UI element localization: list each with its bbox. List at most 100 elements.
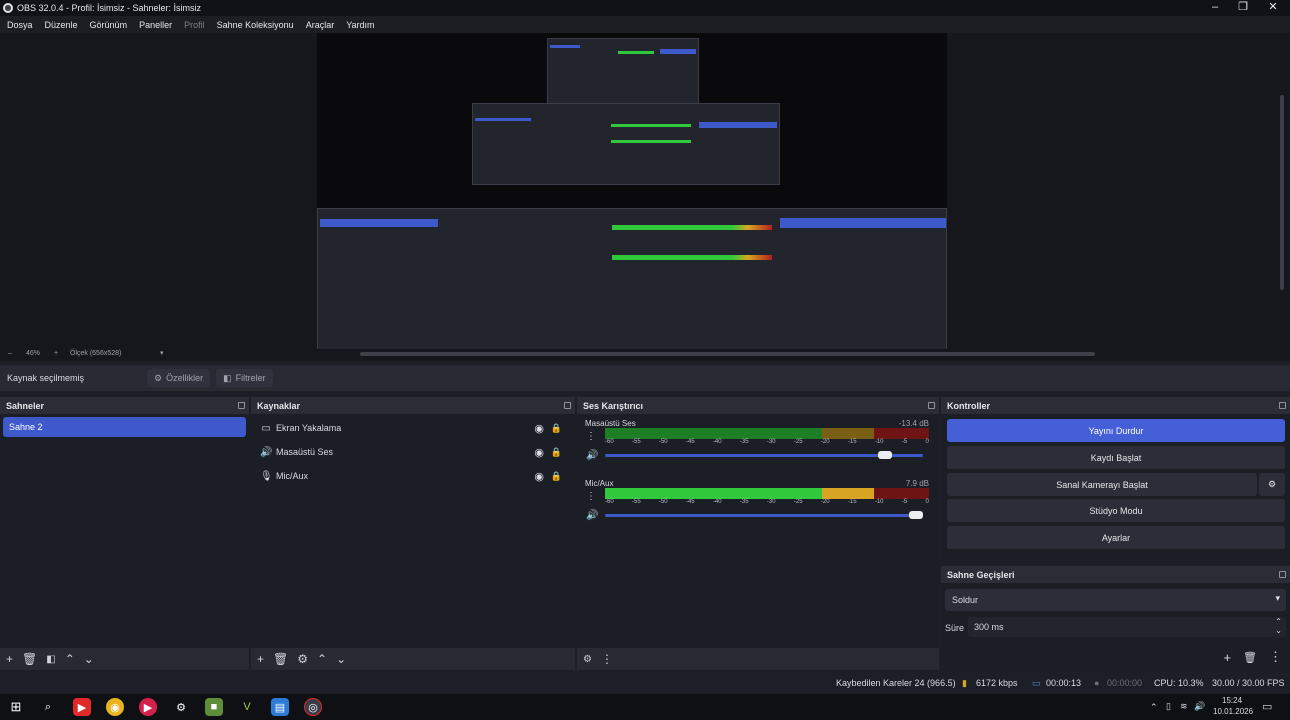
windows-start-icon[interactable]: ⊞	[7, 698, 25, 716]
meter-tick-label: 0	[925, 499, 929, 505]
menu-scene-collection[interactable]: Sahne Koleksiyonu	[217, 20, 294, 30]
speaker-icon[interactable]: 🔊	[586, 450, 598, 461]
settings-gear-icon[interactable]: ⚙	[172, 698, 190, 716]
minecraft-icon[interactable]: ■	[205, 698, 223, 716]
minimize-button[interactable]: –	[1200, 0, 1230, 16]
spin-arrows-icon[interactable]: ⌃ ⌄	[1275, 617, 1282, 635]
kebab-menu-icon[interactable]: ⋮	[1269, 649, 1282, 665]
move-up-icon[interactable]: ⌃	[65, 652, 75, 666]
tray-chevron-up-icon[interactable]: ⌃	[1150, 702, 1158, 713]
trash-icon[interactable]: 🗑	[1243, 651, 1257, 664]
menu-help[interactable]: Yardım	[346, 20, 374, 30]
move-down-icon[interactable]: ⌄	[84, 652, 94, 666]
undock-icon[interactable]	[928, 402, 935, 409]
file-explorer-icon[interactable]: ▤	[271, 698, 289, 716]
vim-icon[interactable]: V	[238, 698, 256, 716]
advanced-audio-icon[interactable]: ⚙	[583, 654, 592, 665]
kebab-menu-icon[interactable]: ⋮	[601, 652, 613, 666]
chevron-down-icon[interactable]: ▾	[160, 349, 164, 357]
start-record-button[interactable]: Kaydı Başlat	[947, 446, 1285, 469]
meter-ticks: -60 -55 -50 -45 -40 -35 -30 -25 -20 -15 -10 -5 0	[605, 439, 929, 448]
undock-icon[interactable]	[564, 402, 571, 409]
preview-vertical-scrollbar[interactable]	[1280, 95, 1284, 290]
properties-button[interactable]: ⚙ Özellikler	[147, 369, 211, 387]
meter-tick-label: -5	[901, 499, 908, 505]
track-db: -13.4 dB	[898, 419, 929, 428]
record-icon: ●	[1094, 678, 1100, 688]
youtube-icon[interactable]: ▶	[73, 698, 91, 716]
battery-icon[interactable]: ▯	[1166, 701, 1171, 712]
menu-edit[interactable]: Düzenle	[45, 20, 78, 30]
zoom-out-button[interactable]: –	[8, 350, 12, 357]
settings-button[interactable]: Ayarlar	[947, 526, 1285, 549]
eye-icon[interactable]: ◉	[534, 470, 544, 483]
transition-select[interactable]: Soldur ▾	[945, 589, 1286, 611]
undock-icon[interactable]	[238, 402, 245, 409]
add-transition-button[interactable]: +	[1223, 650, 1231, 665]
add-scene-button[interactable]: +	[6, 652, 13, 666]
close-button[interactable]: ✕	[1258, 0, 1288, 16]
recursive-preview	[472, 103, 780, 185]
filters-button[interactable]: ◧ Filtreler	[216, 369, 273, 387]
sources-toolbar: + 🗑 ⚙ ⌃ ⌄	[251, 648, 575, 670]
kebab-menu-icon[interactable]: ⋮	[586, 431, 596, 442]
source-item[interactable]: ▭ Ekran Yakalama ◉ 🔒	[251, 417, 575, 439]
lock-icon[interactable]: 🔒	[551, 423, 562, 434]
volume-knob[interactable]	[877, 451, 892, 459]
source-item[interactable]: 🔊 Masaüstü Ses ◉ 🔒	[251, 441, 575, 463]
move-up-icon[interactable]: ⌃	[317, 652, 327, 666]
meter-tick-label: -15	[847, 439, 857, 445]
clock-time[interactable]: 15:24	[1222, 696, 1242, 705]
source-item[interactable]: 🎙 Mic/Aux ◉ 🔒	[251, 465, 575, 487]
wifi-icon[interactable]: ≋	[1180, 701, 1188, 712]
menu-file[interactable]: Dosya	[7, 20, 33, 30]
filter-icon[interactable]: ◧	[46, 654, 55, 665]
menu-docks[interactable]: Paneller	[139, 20, 172, 30]
add-source-button[interactable]: +	[257, 652, 264, 666]
scene-item[interactable]: Sahne 2	[3, 417, 246, 437]
kebab-menu-icon[interactable]: ⋮	[586, 491, 596, 502]
notification-icon[interactable]: ▭	[1262, 700, 1272, 713]
undock-icon[interactable]	[1279, 571, 1286, 578]
meter-tick-label: -20	[820, 499, 830, 505]
menu-tools[interactable]: Araçlar	[306, 20, 335, 30]
meter-tick-label: -55	[631, 499, 641, 505]
mixer-toolbar: ⚙ ⋮	[577, 648, 939, 670]
track-name: Mic/Aux	[585, 479, 614, 488]
record-time: 00:00:00	[1107, 678, 1143, 688]
start-virtualcam-button[interactable]: Sanal Kamerayı Başlat	[947, 473, 1257, 496]
menu-profile[interactable]: Profil	[184, 20, 205, 30]
virtualcam-settings-gear-icon[interactable]: ⚙	[1259, 473, 1285, 496]
transitions-toolbar: + 🗑 ⋮	[941, 644, 1290, 670]
volume-slider[interactable]	[605, 451, 923, 459]
obs-taskbar-icon[interactable]: ◎	[304, 698, 322, 716]
eye-icon[interactable]: ◉	[534, 422, 544, 435]
search-icon[interactable]: ⌕	[39, 698, 57, 716]
zoom-in-button[interactable]: +	[54, 350, 58, 357]
media-player-icon[interactable]: ▶	[139, 698, 157, 716]
maximize-button[interactable]: ❐	[1228, 0, 1258, 16]
gear-icon[interactable]: ⚙	[297, 652, 308, 666]
trash-icon[interactable]: 🗑	[22, 652, 37, 666]
move-down-icon[interactable]: ⌄	[336, 652, 346, 666]
duration-spinbox[interactable]: 300 ms ⌃ ⌄	[968, 617, 1286, 637]
chrome-icon[interactable]: ◉	[106, 698, 124, 716]
volume-knob[interactable]	[909, 511, 923, 519]
meter-tick-label: -35	[739, 499, 749, 505]
undock-icon[interactable]	[1279, 402, 1286, 409]
lock-icon[interactable]: 🔒	[551, 447, 562, 458]
eye-icon[interactable]: ◉	[534, 446, 544, 459]
studio-mode-button[interactable]: Stüdyo Modu	[947, 499, 1285, 522]
clock-date[interactable]: 10.01.2026	[1213, 707, 1253, 716]
signal-icon: ▮	[962, 678, 967, 688]
preview-horizontal-scrollbar[interactable]	[360, 352, 1095, 356]
speaker-icon[interactable]: 🔊	[586, 510, 598, 521]
volume-icon[interactable]: 🔊	[1194, 701, 1205, 712]
stop-stream-button[interactable]: Yayını Durdur	[947, 419, 1285, 442]
track-db: 7.9 dB	[905, 479, 929, 488]
trash-icon[interactable]: 🗑	[273, 652, 288, 666]
preview-canvas[interactable]	[317, 33, 947, 351]
lock-icon[interactable]: 🔒	[551, 471, 562, 482]
menu-view[interactable]: Görünüm	[90, 20, 128, 30]
volume-slider[interactable]	[605, 511, 923, 519]
